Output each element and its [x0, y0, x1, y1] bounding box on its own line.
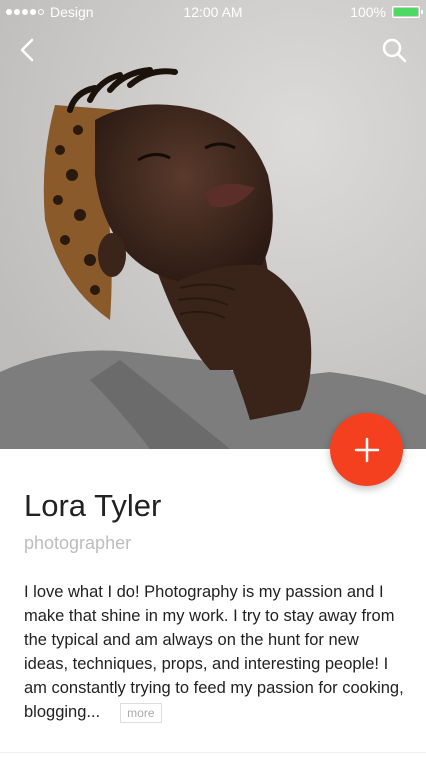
profile-role: photographer	[24, 533, 132, 553]
add-button[interactable]	[330, 413, 403, 486]
battery-icon	[392, 6, 423, 18]
plus-icon	[354, 437, 379, 462]
battery-percent: 100%	[350, 4, 386, 20]
more-button[interactable]: more	[120, 702, 162, 723]
portrait-illustration	[0, 0, 426, 449]
battery-fill	[394, 8, 418, 16]
profile-name: Lora Tyler	[24, 488, 162, 523]
bio-text: I love what I do! Photography is my pass…	[24, 583, 404, 721]
chevron-left-icon	[20, 38, 34, 62]
status-bar: Design 12:00 AM 100%	[0, 0, 426, 24]
search-icon	[382, 38, 407, 63]
back-button[interactable]	[14, 34, 42, 66]
search-button[interactable]	[380, 36, 408, 64]
divider	[0, 752, 426, 753]
profile-photo	[0, 0, 426, 449]
status-right: 100%	[350, 4, 423, 20]
profile-bio: I love what I do! Photography is my pass…	[24, 580, 406, 724]
